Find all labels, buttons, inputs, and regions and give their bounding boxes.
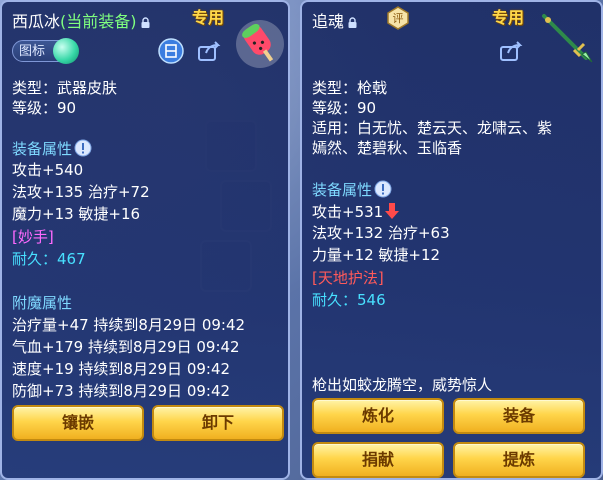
durability: 耐久：546 <box>312 291 386 309</box>
info-icon[interactable] <box>74 139 92 157</box>
compare-icon[interactable] <box>158 38 184 64</box>
item-name: 西瓜冰 <box>12 12 61 31</box>
share-icon[interactable] <box>196 38 222 64</box>
share-icon[interactable] <box>498 38 524 64</box>
special-effect: [天地护法] <box>312 269 384 287</box>
unequip-button[interactable]: 卸下 <box>152 405 284 441</box>
inlay-button[interactable]: 镶嵌 <box>12 405 144 441</box>
attr-line: 法攻+132 治疗+63 <box>312 224 450 242</box>
attr-line: 攻击+531 <box>312 202 400 224</box>
equipped-note: (当前装备) <box>60 12 137 31</box>
spear-weapon-icon <box>538 8 594 68</box>
compare-equipment-panel: 追魂 评 专用 类型：枪戟 等级：90 适用：白无忧、楚云天、龙啸云、紫 嫣然、… <box>300 0 603 480</box>
item-name: 追魂 <box>312 12 345 31</box>
svg-text:评: 评 <box>393 12 404 25</box>
item-level: 等级：90 <box>312 99 377 117</box>
enchant-line: 防御+73 持续到8月29日 09:42 <box>12 382 231 400</box>
donate-button[interactable]: 捐献 <box>312 442 444 478</box>
special-effect: [妙手] <box>12 228 54 246</box>
exclusive-label: 专用 <box>192 8 225 27</box>
item-type: 类型：武器皮肤 <box>12 79 118 97</box>
durability: 耐久：467 <box>12 250 86 268</box>
item-type: 类型：枪戟 <box>312 79 388 97</box>
attr-line: 力量+12 敏捷+12 <box>312 246 441 264</box>
item-description: 枪出如蛟龙腾空，威势惊人 <box>312 376 493 394</box>
attr-line: 法攻+135 治疗+72 <box>12 183 150 201</box>
item-level: 等级：90 <box>12 99 77 117</box>
item-title: 追魂 <box>312 8 357 32</box>
extract-button[interactable]: 提炼 <box>453 442 585 478</box>
attr-line: 魔力+13 敏捷+16 <box>12 205 141 223</box>
enchant-line: 治疗量+47 持续到8月29日 09:42 <box>12 316 246 334</box>
watermelon-popsicle-icon <box>234 18 286 74</box>
enchant-line: 速度+19 持续到8月29日 09:42 <box>12 360 231 378</box>
current-equipment-panel: 西瓜冰(当前装备) 专用 图标 类型：武器皮肤 等级：90 装备属性 攻击+54… <box>0 0 290 480</box>
arrow-down-icon <box>385 202 400 224</box>
toggle-orb-icon <box>53 38 79 64</box>
lock-icon <box>141 17 150 28</box>
attr-section-title: 装备属性 <box>12 139 92 158</box>
equip-button[interactable]: 装备 <box>453 398 585 434</box>
enchant-section-title: 附魔属性 <box>12 294 73 312</box>
lock-icon <box>348 17 357 28</box>
rating-badge-icon: 评 <box>386 6 410 30</box>
attr-line: 攻击+540 <box>12 161 84 179</box>
item-title: 西瓜冰(当前装备) <box>12 8 150 32</box>
info-icon[interactable] <box>374 180 392 198</box>
icon-toggle-label: 图标 <box>19 44 46 59</box>
icon-toggle[interactable]: 图标 <box>12 38 79 64</box>
suitable-characters: 适用：白无忧、楚云天、龙啸云、紫 <box>312 119 553 137</box>
suitable-characters-cont: 嫣然、楚碧秋、玉临香 <box>312 139 463 157</box>
refine-button[interactable]: 炼化 <box>312 398 444 434</box>
exclusive-label: 专用 <box>492 8 525 27</box>
enchant-line: 气血+179 持续到8月29日 09:42 <box>12 338 240 356</box>
attr-section-title: 装备属性 <box>312 180 392 199</box>
